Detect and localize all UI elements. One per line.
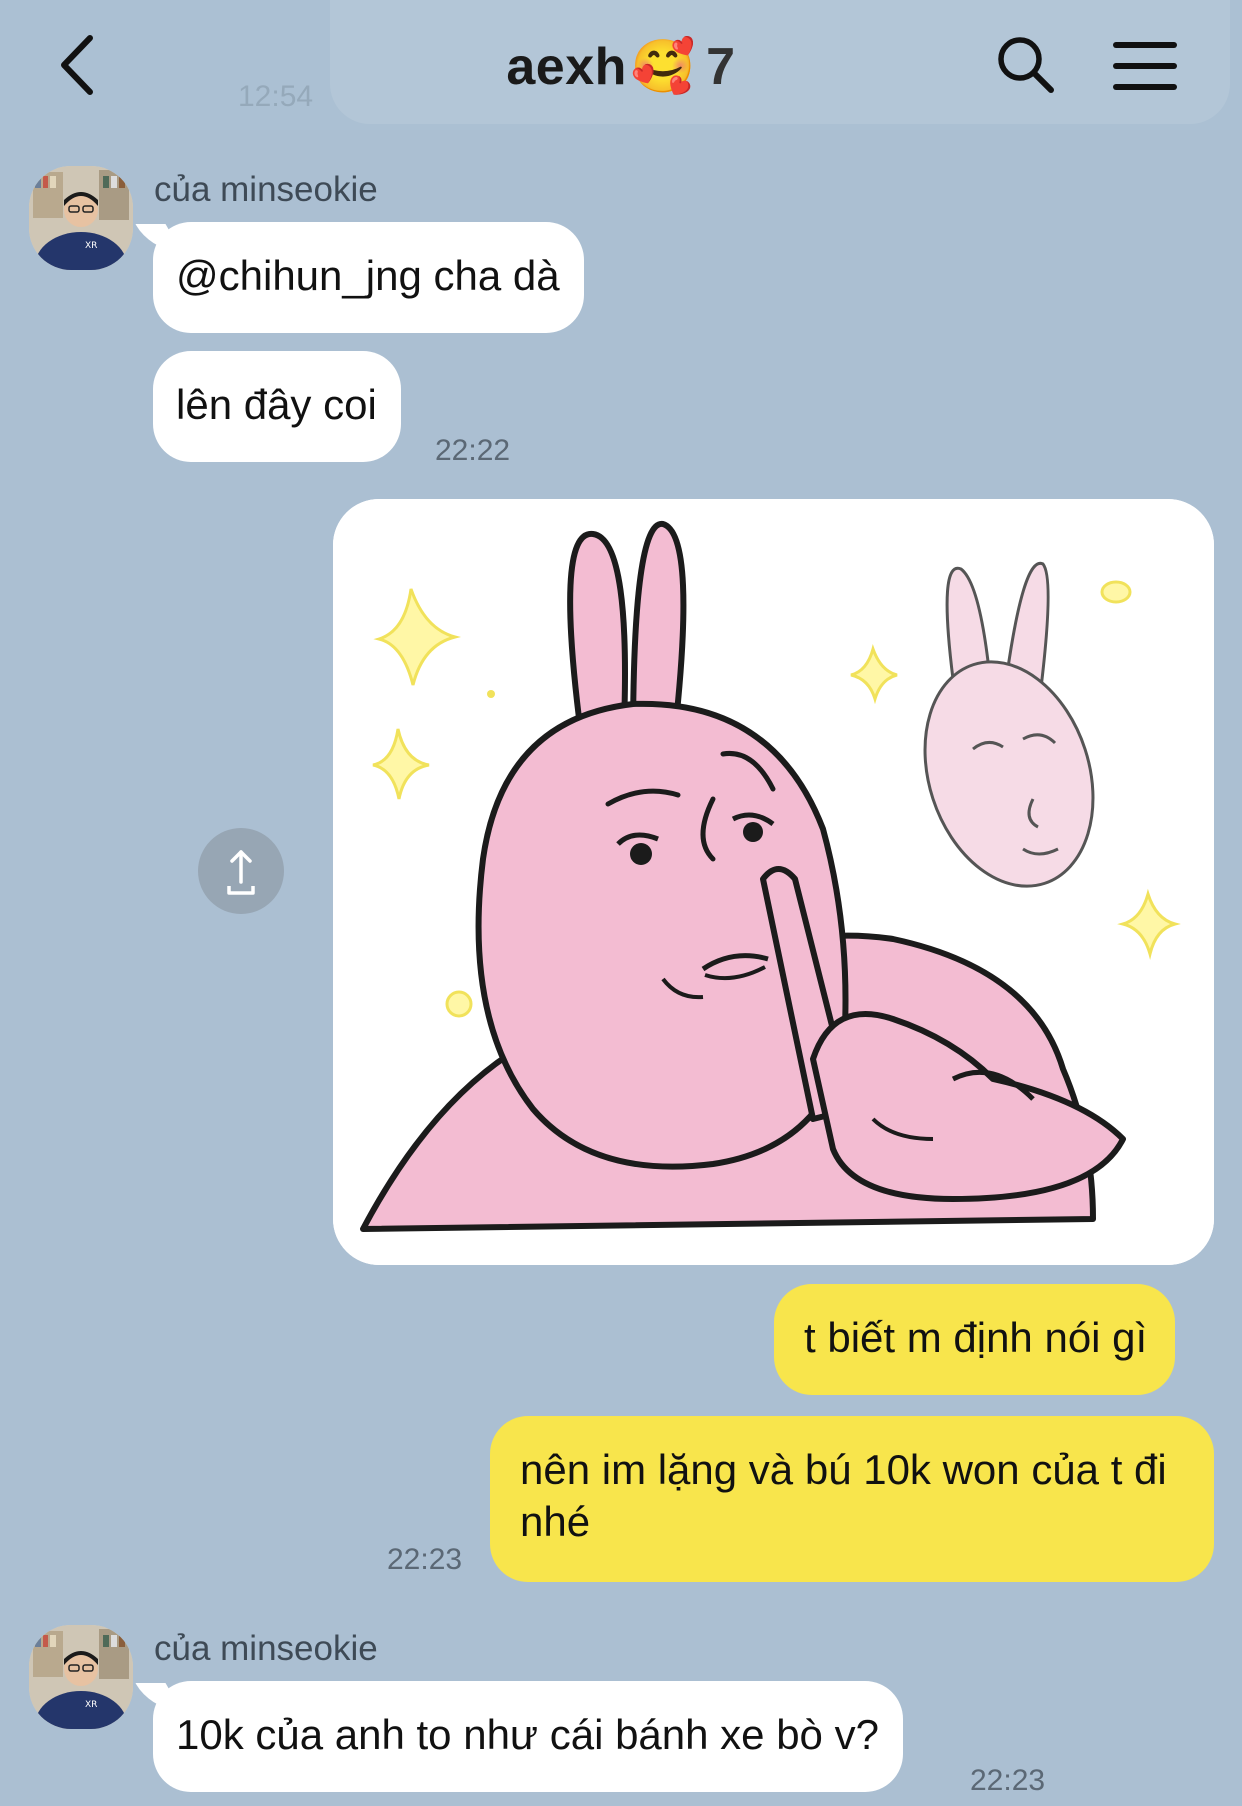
share-icon	[227, 850, 255, 895]
avatar-photo: XR	[29, 1625, 133, 1729]
message-text: lên đây coi	[176, 381, 377, 428]
message-bubble[interactable]: 10k của anh to như cái bánh xe bò v?	[153, 1681, 903, 1792]
sticker-image[interactable]	[333, 499, 1214, 1265]
sender-avatar[interactable]: XR	[29, 166, 133, 270]
message-bubble[interactable]: lên đây coi	[153, 351, 401, 462]
chat-title-text: aexh	[506, 38, 627, 96]
sender-name: của minseokie	[154, 170, 378, 209]
sender-avatar[interactable]: XR	[29, 1625, 133, 1729]
message-time: 22:23	[387, 1543, 463, 1576]
my-message-bubble[interactable]: t biết m định nói gì	[774, 1284, 1176, 1395]
message-text: @chihun_jng cha dà	[176, 252, 560, 299]
message-text: 10k của anh to như cái bánh xe bò v?	[176, 1711, 879, 1758]
chat-header: 12:54 aexh🥰 7	[0, 0, 1242, 130]
menu-button[interactable]	[1112, 40, 1178, 92]
search-icon	[998, 37, 1054, 93]
my-message-bubble[interactable]: nên im lặng và bú 10k won của t đi nhé	[490, 1416, 1214, 1582]
message-time: 22:23	[970, 1764, 1046, 1797]
sender-name: của minseokie	[154, 1629, 378, 1668]
message-time: 22:22	[435, 434, 511, 467]
title-emoji: 🥰	[630, 38, 697, 96]
svg-text:XR: XR	[85, 1700, 97, 1710]
search-button[interactable]	[995, 34, 1057, 96]
hamburger-menu-icon	[1113, 42, 1177, 90]
message-text: t biết m định nói gì	[804, 1314, 1148, 1361]
avatar-photo: XR	[29, 166, 133, 270]
member-count: 7	[706, 38, 736, 96]
pink-rabbit-shush-sticker	[333, 499, 1214, 1265]
svg-text:XR: XR	[85, 241, 97, 251]
share-button[interactable]	[198, 828, 284, 914]
message-text: nên im lặng và bú 10k won của t đi nhé	[520, 1446, 1167, 1545]
message-bubble[interactable]: @chihun_jng cha dà	[153, 222, 584, 333]
